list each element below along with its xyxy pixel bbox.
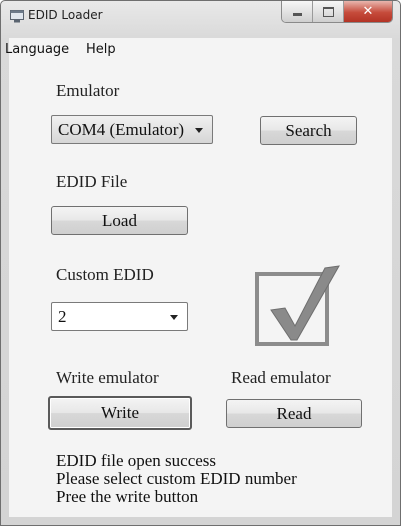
app-window-icon xyxy=(10,10,24,23)
checkmark-icon xyxy=(255,265,340,346)
minimize-button[interactable] xyxy=(282,1,312,22)
write-button[interactable]: Write xyxy=(48,396,192,430)
maximize-button[interactable] xyxy=(312,1,343,22)
app-window: EDID Loader ✕ Language Help Emulator COM… xyxy=(0,0,401,526)
chevron-down-icon xyxy=(170,315,178,320)
status-line-1: EDID file open success xyxy=(56,451,217,470)
write-emulator-label: Write emulator xyxy=(56,368,159,387)
emulator-select[interactable]: COM4 (Emulator) xyxy=(51,115,213,144)
status-line-2: Please select custom EDID number xyxy=(56,469,297,488)
window-controls: ✕ xyxy=(281,1,393,23)
custom-edid-select-value: 2 xyxy=(58,307,67,326)
minimize-icon xyxy=(292,13,302,16)
custom-edid-label: Custom EDID xyxy=(56,265,154,284)
close-icon: ✕ xyxy=(362,4,374,19)
menu-bar: Language Help xyxy=(5,38,392,61)
client-area: Language Help Emulator COM4 (Emulator) S… xyxy=(5,38,392,517)
load-button[interactable]: Load xyxy=(51,206,188,235)
custom-edid-select[interactable]: 2 xyxy=(51,302,188,331)
search-button[interactable]: Search xyxy=(260,116,357,145)
window-title: EDID Loader xyxy=(28,8,103,22)
emulator-select-value: COM4 (Emulator) xyxy=(58,120,185,139)
menu-language[interactable]: Language xyxy=(5,42,69,57)
maximize-icon xyxy=(322,6,334,17)
chevron-down-icon xyxy=(195,128,203,133)
read-button[interactable]: Read xyxy=(226,399,362,428)
edid-file-label: EDID File xyxy=(56,172,128,191)
close-button[interactable]: ✕ xyxy=(343,1,392,22)
title-bar[interactable]: EDID Loader ✕ xyxy=(1,1,400,31)
read-emulator-label: Read emulator xyxy=(231,368,331,387)
emulator-label: Emulator xyxy=(56,81,120,100)
menu-help[interactable]: Help xyxy=(86,42,116,57)
status-line-3: Pree the write button xyxy=(56,487,199,506)
